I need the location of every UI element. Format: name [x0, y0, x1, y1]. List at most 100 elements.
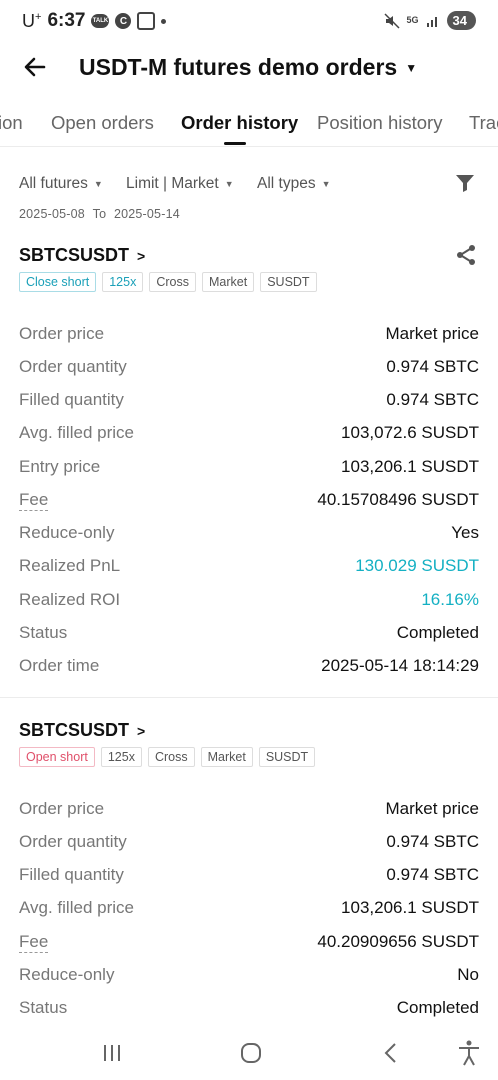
row-label: Avg. filled price [19, 423, 134, 442]
status-bar: U+ 6:37 TALK C 5G 34 [0, 0, 498, 44]
page-title[interactable]: USDT-M futures demo orders ▼ [79, 54, 417, 81]
entry-price-row: Entry price 103,206.1 SUSDT [19, 457, 479, 481]
screenshot-icon [137, 12, 156, 30]
order-tags: Close short 125x Cross Market SUSDT [19, 272, 317, 292]
order-price-row: Order price Market price [19, 799, 479, 823]
date-from: 2025-05-08 [19, 207, 85, 221]
order-quantity-row: Order quantity 0.974 SBTC [19, 832, 479, 856]
order-symbol[interactable]: SBTCSUSDT > [19, 720, 145, 741]
avg-filled-price-row: Avg. filled price 103,206.1 SUSDT [19, 898, 479, 922]
caret-down-icon: ▼ [93, 179, 103, 189]
row-label: Order time [19, 656, 100, 675]
row-label: Order price [19, 799, 105, 818]
accessibility-icon[interactable] [454, 1038, 484, 1068]
tab-open-orders[interactable]: Open orders [51, 112, 154, 134]
filter-all-futures[interactable]: All futures ▼ [19, 175, 103, 193]
row-value: 103,206.1 SUSDT [341, 457, 479, 476]
tag-order-type: Market [202, 272, 255, 292]
filter-all-types-label: All types [257, 175, 316, 192]
row-label: Order quantity [19, 832, 127, 851]
filled-quantity-row: Filled quantity 0.974 SBTC [19, 390, 479, 414]
realized-roi-row: Realized ROI 16.16% [19, 590, 479, 614]
tab-position-history[interactable]: Position history [317, 112, 442, 134]
filled-quantity-row: Filled quantity 0.974 SBTC [19, 865, 479, 889]
chevron-right-icon: > [137, 722, 146, 739]
battery-icon: 34 [446, 11, 476, 30]
funnel-icon[interactable] [454, 172, 476, 194]
app-header: USDT-M futures demo orders ▼ [0, 44, 498, 92]
mute-icon [383, 12, 400, 29]
clock: 6:37 [47, 10, 86, 31]
chevron-right-icon: > [137, 247, 146, 264]
chevron-down-icon: ▼ [405, 60, 418, 75]
tag-margin-mode: Cross [149, 272, 196, 292]
row-value: Market price [385, 799, 479, 818]
caret-down-icon: ▼ [321, 179, 331, 189]
row-value: 0.974 SBTC [386, 357, 479, 376]
arrow-left-icon[interactable] [20, 52, 50, 82]
row-label: Order price [19, 324, 105, 343]
tab-order-history[interactable]: Order history [181, 112, 298, 134]
row-value: 103,072.6 SUSDT [341, 423, 479, 442]
dot-icon [161, 18, 167, 24]
row-value: Yes [451, 523, 479, 542]
signal-icon [426, 16, 437, 27]
filter-all-types[interactable]: All types ▼ [257, 175, 331, 193]
order-price-row: Order price Market price [19, 324, 479, 348]
row-label: Filled quantity [19, 865, 124, 884]
date-to: 2025-05-14 [113, 207, 180, 221]
card-divider [0, 697, 498, 698]
row-value: 0.974 SBTC [386, 865, 479, 884]
row-value: Market price [385, 324, 479, 343]
home-icon[interactable] [236, 1038, 266, 1068]
date-range[interactable]: 2025-05-08 To 2025-05-14 [19, 207, 180, 221]
c-app-icon: C [115, 13, 132, 29]
row-label: Status [19, 998, 68, 1017]
filter-all-futures-label: All futures [19, 175, 88, 192]
talk-icon: TALK [91, 14, 110, 28]
status-row: Status Completed [19, 998, 479, 1022]
realized-pnl-row: Realized PnL 130.029 SUSDT [19, 556, 479, 580]
order-symbol-text: SBTCSUSDT [19, 720, 130, 740]
row-label: Reduce-only [19, 523, 115, 542]
status-row: Status Completed [19, 623, 479, 647]
tab-bar: ion Open orders Order history Position h… [0, 100, 498, 147]
back-icon[interactable] [376, 1038, 406, 1068]
tab-position[interactable]: ion [0, 112, 23, 134]
avg-filled-price-row: Avg. filled price 103,072.6 SUSDT [19, 423, 479, 447]
row-label: Entry price [19, 457, 101, 476]
fee-label[interactable]: Fee [19, 490, 49, 511]
row-label: Order quantity [19, 357, 127, 376]
row-value: Completed [396, 998, 479, 1017]
row-value: No [457, 965, 479, 984]
share-icon[interactable] [454, 243, 478, 267]
order-quantity-row: Order quantity 0.974 SBTC [19, 357, 479, 381]
row-value: 0.974 SBTC [386, 390, 479, 409]
tab-trade-history[interactable]: Trac [469, 112, 498, 134]
reduce-only-row: Reduce-only Yes [19, 523, 479, 547]
row-label: Avg. filled price [19, 898, 134, 917]
reduce-only-row: Reduce-only No [19, 965, 479, 989]
caret-down-icon: ▼ [224, 179, 234, 189]
date-to-label: To [92, 207, 107, 221]
row-label: Reduce-only [19, 965, 115, 984]
tag-leverage: 125x [102, 272, 144, 292]
filter-order-kind[interactable]: Limit | Market ▼ [126, 175, 234, 193]
row-label: Realized ROI [19, 590, 121, 609]
fee-label[interactable]: Fee [19, 932, 49, 953]
row-value: 103,206.1 SUSDT [341, 898, 479, 917]
tag-margin-mode: Cross [147, 747, 195, 767]
5g-icon: 5G [406, 15, 419, 25]
fee-row: Fee 40.15708496 SUSDT [19, 490, 479, 514]
tag-settle-coin: SUSDT [260, 272, 317, 292]
tag-side: Close short [19, 272, 97, 292]
row-label: Filled quantity [19, 390, 124, 409]
recent-apps-icon[interactable] [97, 1038, 127, 1068]
fee-row: Fee 40.20909656 SUSDT [19, 932, 479, 956]
order-tags: Open short 125x Cross Market SUSDT [19, 747, 316, 767]
row-value: 16.16% [421, 590, 479, 609]
tag-side: Open short [19, 747, 95, 767]
order-symbol[interactable]: SBTCSUSDT > [19, 245, 145, 266]
active-tab-indicator [224, 142, 246, 145]
order-symbol-text: SBTCSUSDT [19, 245, 130, 265]
